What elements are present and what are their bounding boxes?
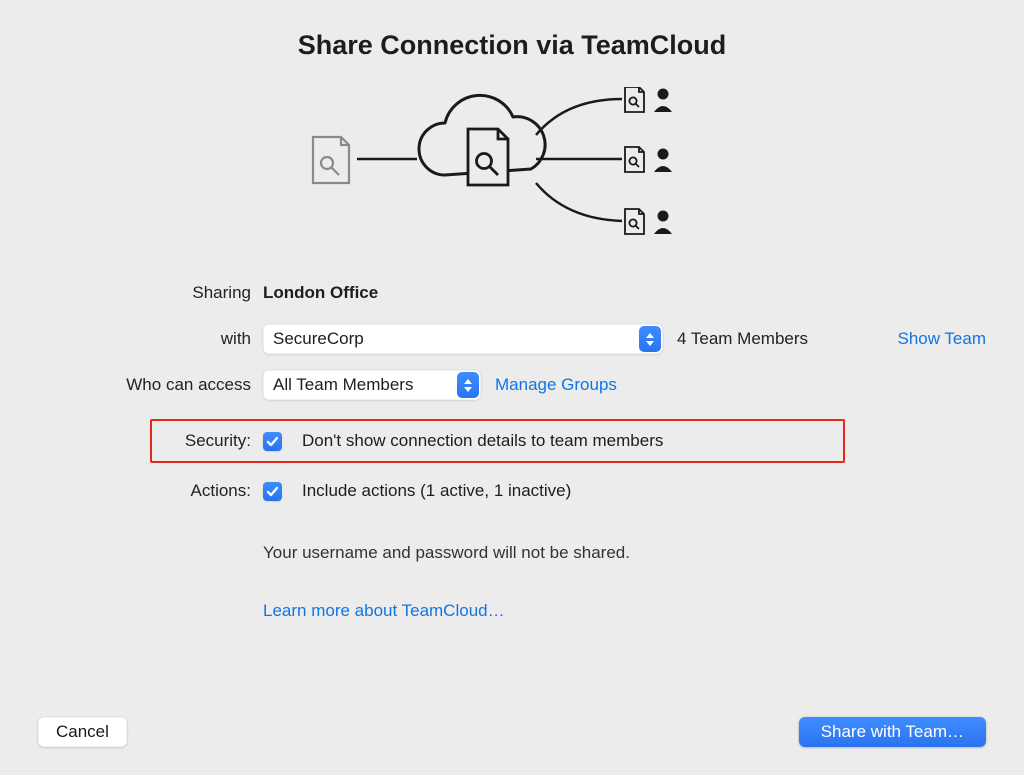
actions-label: Actions: — [38, 481, 263, 501]
show-team-link[interactable]: Show Team — [897, 329, 986, 349]
credentials-note: Your username and password will not be s… — [263, 543, 630, 563]
cancel-button[interactable]: Cancel — [38, 717, 127, 747]
check-icon — [266, 485, 279, 498]
access-select-value: All Team Members — [273, 375, 421, 395]
chevron-updown-icon — [639, 326, 661, 352]
access-select[interactable]: All Team Members — [263, 370, 481, 400]
connection-name: London Office — [263, 283, 378, 303]
team-select[interactable]: SecureCorp — [263, 324, 663, 354]
manage-groups-link[interactable]: Manage Groups — [495, 375, 617, 395]
share-with-team-button[interactable]: Share with Team… — [799, 717, 986, 747]
member-count: 4 Team Members — [677, 329, 808, 349]
security-checkbox-label: Don't show connection details to team me… — [302, 431, 663, 451]
with-label: with — [38, 329, 263, 349]
check-icon — [266, 435, 279, 448]
actions-checkbox[interactable] — [263, 482, 282, 501]
security-highlight: Security: Don't show connection details … — [150, 419, 845, 463]
chevron-updown-icon — [457, 372, 479, 398]
actions-checkbox-label: Include actions (1 active, 1 inactive) — [302, 481, 571, 501]
recipient-1 — [625, 87, 672, 112]
who-can-access-label: Who can access — [38, 375, 263, 395]
security-checkbox[interactable] — [263, 432, 282, 451]
team-select-value: SecureCorp — [273, 329, 372, 349]
security-label: Security: — [152, 431, 263, 451]
recipient-3 — [625, 209, 672, 234]
recipient-2 — [625, 147, 672, 172]
dialog-title: Share Connection via TeamCloud — [38, 30, 986, 61]
share-diagram — [302, 87, 722, 247]
sharing-label: Sharing — [38, 283, 263, 303]
learn-more-link[interactable]: Learn more about TeamCloud… — [263, 601, 505, 621]
